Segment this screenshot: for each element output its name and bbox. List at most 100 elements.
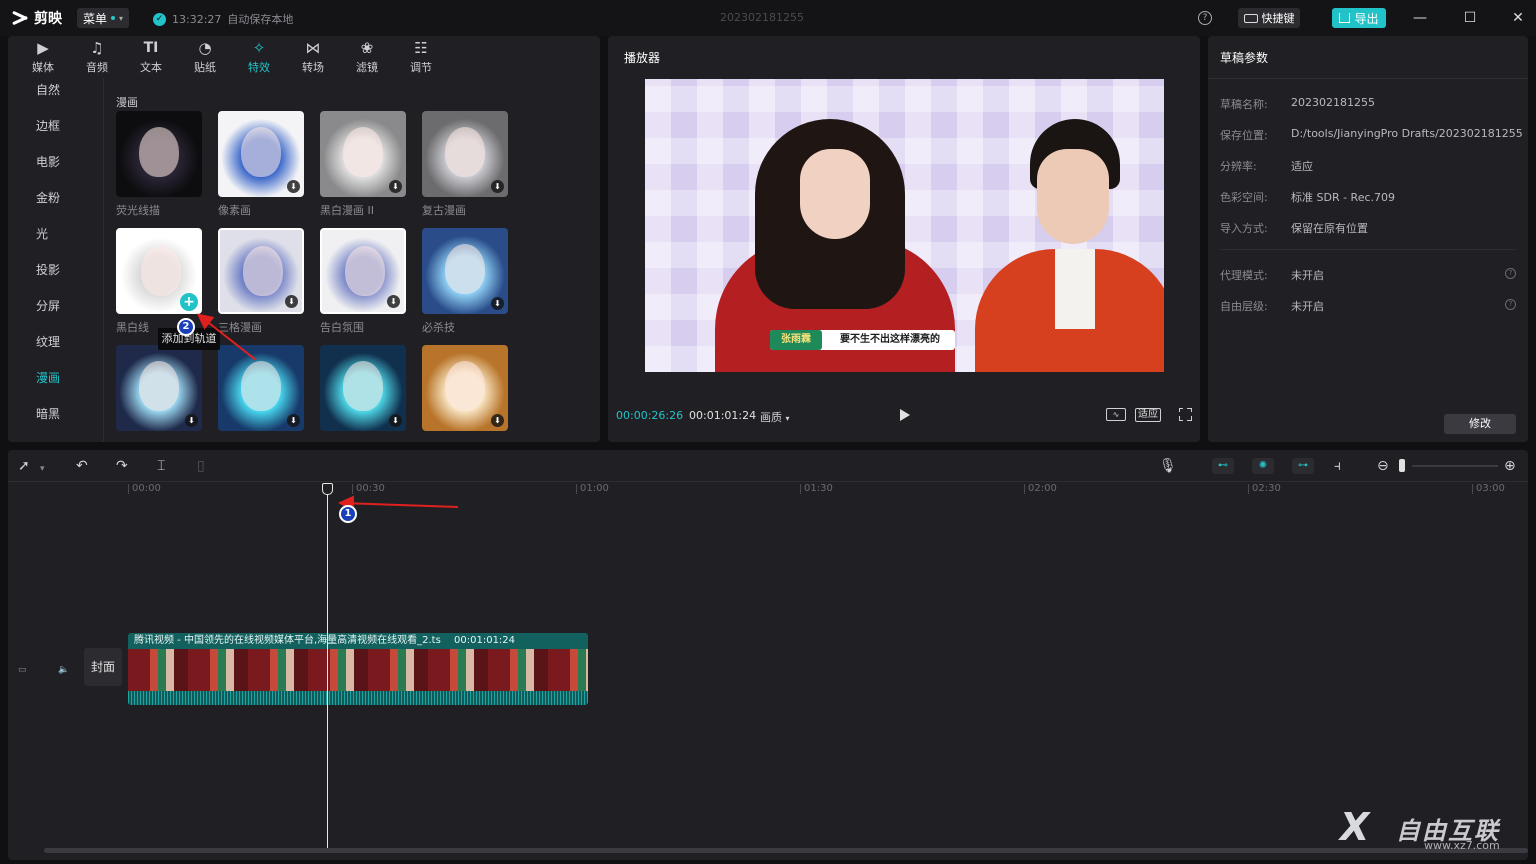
tab-transition[interactable]: ⋈ 转场 — [286, 36, 340, 78]
download-icon[interactable]: ⬇ — [185, 414, 198, 427]
effect-card[interactable]: ⬇ — [422, 345, 508, 436]
effect-card[interactable]: ⬇ 黑白漫画 II — [320, 111, 406, 218]
waveform-icon[interactable]: ∿ — [1106, 408, 1126, 421]
maximize-icon[interactable]: ☐ — [1463, 11, 1477, 25]
tab-media[interactable]: ▶ 媒体 — [16, 36, 70, 78]
microphone-icon[interactable]: 🎙 — [1159, 458, 1177, 474]
redo-icon[interactable]: ↷ — [116, 458, 128, 474]
effect-thumbnail[interactable]: ⬇ — [320, 228, 406, 314]
linkage-icon[interactable]: ⊶ — [1292, 458, 1314, 474]
tab-effects[interactable]: ✧ 特效 — [232, 36, 286, 78]
category-item[interactable]: 纹理 — [8, 330, 103, 366]
effect-thumbnail[interactable] — [116, 111, 202, 197]
modify-button[interactable]: 修改 — [1444, 414, 1516, 434]
tab-text[interactable]: TI 文本 — [124, 36, 178, 78]
track-video-icon[interactable]: ▭ — [18, 665, 27, 675]
sticker-icon: ◔ — [198, 38, 212, 57]
ruler-tick: 00:00 — [128, 484, 161, 494]
category-item[interactable]: 投影 — [8, 258, 103, 294]
download-icon[interactable]: ⬇ — [491, 297, 504, 310]
play-icon[interactable] — [900, 409, 910, 421]
horizontal-scrollbar[interactable] — [44, 848, 1528, 853]
fullscreen-icon[interactable] — [1178, 407, 1193, 422]
add-to-track-icon[interactable]: + — [180, 293, 198, 311]
anime-character — [343, 361, 383, 411]
effect-card[interactable]: ⬇ 告白氛围 — [320, 228, 406, 335]
delete-icon[interactable]: ▯ — [197, 458, 205, 474]
category-item[interactable]: 暗黑 — [8, 402, 103, 438]
effect-thumbnail[interactable]: ⬇ — [422, 228, 508, 314]
download-icon[interactable]: ⬇ — [287, 414, 300, 427]
download-icon[interactable]: ⬇ — [389, 414, 402, 427]
effect-thumbnail[interactable]: ⬇ — [320, 111, 406, 197]
help-icon[interactable]: ? — [1505, 268, 1516, 279]
effect-card[interactable]: ⬇ 三格漫画 — [218, 228, 304, 335]
zoom-in-icon[interactable]: ⊕ — [1504, 458, 1516, 474]
zoom-slider-handle[interactable] — [1399, 459, 1405, 472]
download-icon[interactable]: ⬇ — [387, 295, 400, 308]
category-item[interactable]: 电影 — [8, 150, 103, 186]
tab-filter[interactable]: ❀ 滤镜 — [340, 36, 394, 78]
category-item[interactable]: 分屏 — [8, 294, 103, 330]
playhead-handle[interactable] — [322, 483, 333, 495]
effect-card[interactable]: ⬇ 必杀技 — [422, 228, 508, 335]
menu-button[interactable]: 菜单 ▾ — [77, 8, 129, 28]
category-item[interactable]: 漫画 — [8, 366, 103, 402]
effect-card[interactable]: ⬇ — [320, 345, 406, 436]
effect-thumbnail[interactable]: ⬇ — [422, 111, 508, 197]
tab-audio[interactable]: ♫ 音频 — [70, 36, 124, 78]
download-icon[interactable]: ⬇ — [285, 295, 298, 308]
download-icon[interactable]: ⬇ — [389, 180, 402, 193]
undo-icon[interactable]: ↶ — [76, 458, 88, 474]
effects-panel: ▶ 媒体 ♫ 音频 TI 文本 ◔ 贴纸 ✧ 特效 ⋈ 转场 ❀ 滤镜 ☷ 调节 自然 边框 电影 金粉光投影 分屏纹… — [8, 36, 600, 442]
effect-card[interactable]: ⬇ — [116, 345, 202, 436]
download-icon[interactable]: ⬇ — [287, 180, 300, 193]
quality-dropdown[interactable]: 画质 ▾ — [760, 409, 790, 425]
fit-button[interactable]: 适应 — [1135, 408, 1161, 422]
split-icon[interactable]: ⌶ — [157, 458, 165, 474]
tab-sticker[interactable]: ◔ 贴纸 — [178, 36, 232, 78]
caption-text: 要不生不出这样漂亮的 — [840, 334, 940, 345]
category-item[interactable]: 边框 — [8, 114, 103, 150]
anime-character — [343, 127, 383, 177]
shortcut-button[interactable]: 快捷键 — [1238, 8, 1300, 28]
zoom-slider[interactable] — [1412, 465, 1498, 467]
close-icon[interactable]: ✕ — [1511, 11, 1525, 25]
effect-thumbnail[interactable]: + — [116, 228, 202, 314]
help-icon[interactable]: ? — [1198, 11, 1212, 25]
effect-card[interactable]: ⬇ 像素画 — [218, 111, 304, 218]
effect-thumbnail[interactable]: ⬇ — [320, 345, 406, 431]
effect-card[interactable]: ⬇ 复古漫画 — [422, 111, 508, 218]
zoom-out-icon[interactable]: ⊖ — [1377, 458, 1389, 474]
minimize-icon[interactable]: — — [1413, 11, 1427, 25]
chevron-down-icon[interactable]: ▾ — [40, 461, 45, 477]
video-preview[interactable]: 张雨霖 要不生不出这样漂亮的 — [645, 79, 1164, 372]
auto-snap-icon[interactable]: ✺ — [1252, 458, 1274, 474]
param-row: 自由层级: 未开启? — [1220, 298, 1516, 314]
effect-thumbnail[interactable]: ⬇ — [422, 345, 508, 431]
effect-thumbnail[interactable]: ⬇ — [116, 345, 202, 431]
video-clip[interactable]: 腾讯视频 - 中国领先的在线视频媒体平台,海量高清视频在线观看_2.ts 00:… — [128, 633, 588, 705]
anime-character — [445, 127, 485, 177]
export-button[interactable]: 导出 — [1332, 8, 1386, 28]
category-item[interactable]: 自然 — [8, 78, 103, 114]
category-item[interactable]: 光 — [8, 222, 103, 258]
effect-thumbnail[interactable]: ⬇ — [218, 345, 304, 431]
speaker-icon[interactable]: 🔈 — [58, 665, 69, 675]
preview-axis-icon[interactable]: ⫞ — [1334, 458, 1341, 474]
effect-thumbnail[interactable]: ⬇ — [218, 228, 304, 314]
effect-card[interactable]: ⬇ — [218, 345, 304, 436]
download-icon[interactable]: ⬇ — [491, 180, 504, 193]
help-icon[interactable]: ? — [1505, 299, 1516, 310]
select-tool-icon[interactable]: ➚ — [18, 458, 30, 474]
download-icon[interactable]: ⬇ — [491, 414, 504, 427]
cover-button[interactable]: 封面 — [84, 648, 122, 686]
playhead-line[interactable] — [327, 488, 328, 848]
tab-adjust[interactable]: ☷ 调节 — [394, 36, 448, 78]
effect-thumbnail[interactable]: ⬇ — [218, 111, 304, 197]
anime-character — [445, 244, 485, 294]
main-track-magnet-icon[interactable]: ⊷ — [1212, 458, 1234, 474]
category-item[interactable]: 金粉 — [8, 186, 103, 222]
timeline-ruler[interactable]: 00:00 00:30 01:00 01:30 02:00 02:30 03:00 — [8, 482, 1528, 496]
effect-card[interactable]: 荧光线描 — [116, 111, 202, 218]
